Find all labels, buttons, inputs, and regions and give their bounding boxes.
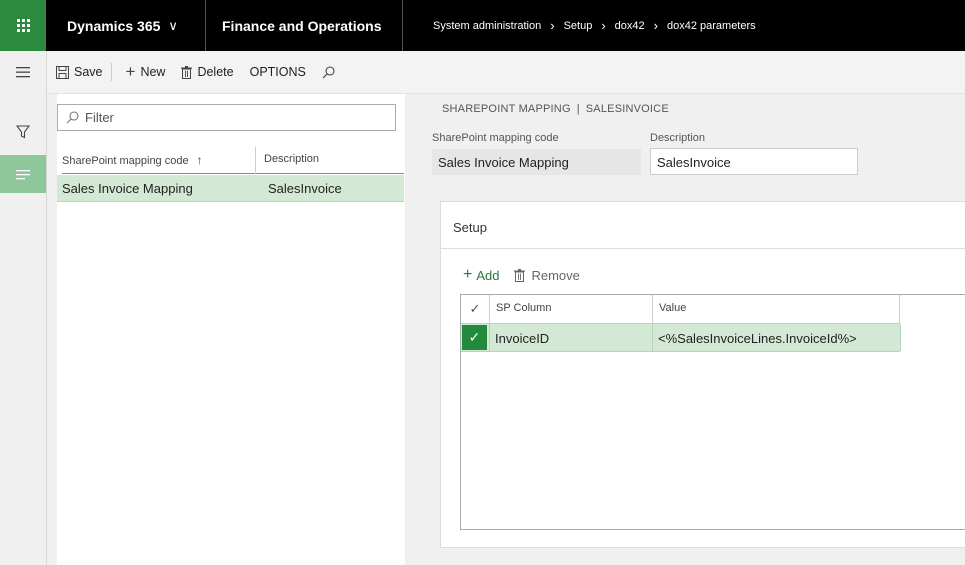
record-caption: SHAREPOINT MAPPING | SALESINVOICE bbox=[442, 103, 669, 115]
new-label: New bbox=[140, 65, 166, 79]
remove-button[interactable]: Remove bbox=[514, 267, 580, 283]
column-header-label: SharePoint mapping code bbox=[62, 155, 189, 167]
remove-label: Remove bbox=[531, 267, 580, 283]
action-pane: Save + New Delete OPTIONS bbox=[47, 51, 965, 94]
options-label: OPTIONS bbox=[249, 65, 306, 79]
column-header-sp-column[interactable]: SP Column bbox=[489, 295, 652, 323]
breadcrumb: System administration › Setup › dox42 › … bbox=[433, 0, 756, 51]
description-field[interactable]: SalesInvoice bbox=[650, 148, 858, 175]
setup-grid: ✓ SP Column Value ✓ InvoiceID <%SalesInv… bbox=[460, 294, 965, 530]
plus-icon: + bbox=[463, 266, 473, 283]
chevron-down-icon: ∨ bbox=[168, 17, 178, 33]
divider bbox=[205, 0, 206, 51]
filter-icon bbox=[16, 125, 30, 139]
checkmark-icon: ✓ bbox=[468, 329, 481, 345]
app-name: Finance and Operations bbox=[222, 17, 382, 34]
app-launcher-button[interactable] bbox=[0, 0, 46, 51]
divider bbox=[402, 0, 403, 51]
filter-pane-button[interactable] bbox=[0, 113, 46, 151]
list-header: SharePoint mapping code ↑ Description bbox=[62, 147, 404, 174]
hamburger-icon bbox=[16, 67, 30, 78]
top-navigation-bar: Dynamics 365 ∨ Finance and Operations Sy… bbox=[0, 0, 965, 51]
delete-label: Delete bbox=[197, 65, 234, 79]
breadcrumb-item[interactable]: Setup bbox=[564, 20, 593, 32]
breadcrumb-item[interactable]: dox42 bbox=[615, 20, 645, 32]
trash-icon bbox=[181, 65, 193, 79]
filter-placeholder: Filter bbox=[85, 110, 114, 125]
caption-record: SALESINVOICE bbox=[585, 103, 669, 115]
code-field-label: SharePoint mapping code bbox=[432, 132, 559, 144]
cell-divider bbox=[489, 324, 490, 351]
list-cell-code: Sales Invoice Mapping bbox=[62, 181, 193, 196]
column-header-value[interactable]: Value bbox=[652, 295, 900, 323]
new-button[interactable]: + New bbox=[126, 62, 166, 82]
search-button[interactable] bbox=[322, 65, 335, 79]
navigation-rail bbox=[0, 51, 47, 565]
breadcrumb-item[interactable]: System administration bbox=[433, 20, 541, 32]
save-button[interactable]: Save bbox=[56, 65, 103, 79]
grid-header: ✓ SP Column Value bbox=[461, 295, 965, 323]
detail-pane: SHAREPOINT MAPPING | SALESINVOICE SharePoi… bbox=[405, 94, 965, 565]
caption-entity: SHAREPOINT MAPPING bbox=[442, 103, 571, 115]
sort-ascending-icon: ↑ bbox=[196, 153, 203, 167]
save-label: Save bbox=[74, 65, 103, 79]
cell-divider bbox=[900, 324, 901, 351]
list-row[interactable]: Sales Invoice Mapping SalesInvoice bbox=[57, 175, 404, 202]
options-button[interactable]: OPTIONS bbox=[250, 65, 306, 79]
cell-divider bbox=[652, 324, 653, 351]
product-switcher[interactable]: Dynamics 365 ∨ bbox=[67, 0, 178, 51]
grid-toolbar: + Add Remove bbox=[463, 266, 580, 284]
column-header-code[interactable]: SharePoint mapping code ↑ bbox=[62, 153, 203, 167]
save-icon bbox=[56, 65, 69, 79]
grid-row[interactable]: ✓ InvoiceID <%SalesInvoiceLines.InvoiceI… bbox=[461, 323, 901, 352]
delete-button[interactable]: Delete bbox=[181, 65, 234, 79]
setup-section: Setup + Add Remove ✓ SP Column Value ✓ I… bbox=[440, 201, 965, 548]
trash-icon bbox=[514, 268, 526, 282]
divider bbox=[110, 63, 112, 81]
description-field-label: Description bbox=[650, 132, 706, 144]
column-header-description[interactable]: Description bbox=[255, 147, 319, 174]
column-header-label: Description bbox=[264, 153, 320, 165]
setup-section-title[interactable]: Setup bbox=[453, 220, 487, 235]
chevron-right-icon: › bbox=[550, 18, 555, 33]
filter-input[interactable]: Filter bbox=[57, 104, 396, 131]
select-all-checkbox[interactable]: ✓ bbox=[461, 295, 489, 323]
divider bbox=[441, 248, 965, 249]
breadcrumb-item[interactable]: dox42 parameters bbox=[667, 20, 756, 32]
plus-icon: + bbox=[125, 62, 136, 81]
waffle-icon bbox=[16, 19, 30, 32]
add-label: Add bbox=[476, 267, 500, 283]
list-pane: Filter SharePoint mapping code ↑ Descript… bbox=[47, 94, 405, 565]
list-icon bbox=[16, 170, 30, 180]
row-checkbox[interactable]: ✓ bbox=[462, 325, 487, 350]
list-view-button[interactable] bbox=[0, 155, 46, 193]
grid-cell-sp-column[interactable]: InvoiceID bbox=[495, 331, 549, 346]
search-icon bbox=[66, 111, 79, 124]
chevron-right-icon: › bbox=[601, 18, 606, 33]
product-name: Dynamics 365 bbox=[67, 17, 161, 34]
caption-separator: | bbox=[576, 103, 580, 115]
grid-cell-value[interactable]: <%SalesInvoiceLines.InvoiceId%> bbox=[658, 331, 857, 346]
list-cell-description: SalesInvoice bbox=[268, 181, 342, 196]
hamburger-menu-button[interactable] bbox=[0, 53, 46, 91]
add-button[interactable]: + Add bbox=[463, 266, 499, 284]
chevron-right-icon: › bbox=[653, 18, 658, 33]
code-field: Sales Invoice Mapping bbox=[432, 149, 641, 175]
search-icon bbox=[322, 65, 335, 78]
